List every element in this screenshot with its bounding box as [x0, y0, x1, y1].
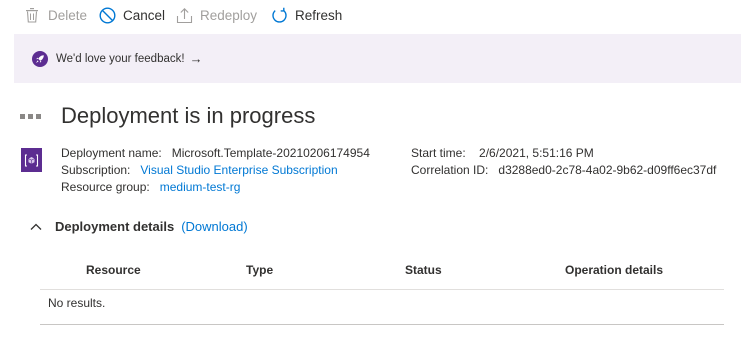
cancel-label: Cancel [123, 7, 166, 23]
redeploy-label: Redeploy [200, 7, 258, 23]
delete-button[interactable]: Delete [23, 4, 87, 26]
start-time-row: Start time: 2/6/2021, 5:51:16 PM [411, 146, 594, 160]
deployment-name-value: Microsoft.Template-20210206174954 [171, 146, 370, 160]
delete-label: Delete [48, 7, 88, 23]
deployment-details-header[interactable]: Deployment details (Download) [29, 219, 248, 234]
cancel-button[interactable]: Cancel [98, 4, 165, 26]
command-bar: Delete Cancel Redeploy Refresh [0, 0, 741, 32]
refresh-button[interactable]: Refresh [270, 4, 342, 26]
subscription-row: Subscription: Visual Studio Enterprise S… [61, 163, 338, 177]
arrow-right-icon: → [189, 51, 203, 66]
correlation-id-value: d3288ed0-2c78-4a02-9b62-d09ff6ec37df [498, 163, 717, 177]
upload-icon [175, 6, 193, 24]
column-header-operation-details[interactable]: Operation details [565, 263, 663, 277]
correlation-id-label: Correlation ID: [411, 163, 489, 177]
template-icon [21, 148, 42, 172]
deployment-details-label: Deployment details [55, 219, 175, 234]
empty-table-message: No results. [48, 296, 106, 310]
refresh-icon [270, 6, 288, 24]
cancel-icon [98, 6, 116, 24]
resource-group-row: Resource group: medium-test-rg [61, 180, 240, 194]
resource-group-link[interactable]: medium-test-rg [160, 180, 241, 194]
deployment-name-row: Deployment name: Microsoft.Template-2021… [61, 146, 370, 160]
subscription-link[interactable]: Visual Studio Enterprise Subscription [140, 163, 337, 177]
start-time-value: 2/6/2021, 5:51:16 PM [479, 146, 594, 160]
table-bottom-divider [40, 324, 724, 325]
table-header-divider [40, 289, 724, 290]
deployment-name-label: Deployment name: [61, 146, 162, 160]
trash-icon [23, 6, 41, 24]
feedback-banner[interactable]: We'd love your feedback! → [14, 34, 741, 83]
download-link[interactable]: (Download) [181, 219, 247, 234]
refresh-label: Refresh [295, 7, 343, 23]
column-header-status[interactable]: Status [405, 263, 442, 277]
feedback-text[interactable]: We'd love your feedback! [56, 53, 185, 65]
column-header-resource[interactable]: Resource [86, 263, 141, 277]
resource-group-label: Resource group: [61, 180, 150, 194]
correlation-id-row: Correlation ID: d3288ed0-2c78-4a02-9b62-… [411, 163, 716, 177]
loading-dots-icon [20, 114, 41, 119]
start-time-label: Start time: [411, 146, 466, 160]
rocket-icon [32, 50, 48, 67]
page-title: Deployment is in progress [61, 103, 316, 128]
chevron-up-icon[interactable] [29, 220, 43, 234]
redeploy-button[interactable]: Redeploy [175, 4, 257, 26]
subscription-label: Subscription: [61, 163, 131, 177]
column-header-type[interactable]: Type [246, 263, 273, 277]
